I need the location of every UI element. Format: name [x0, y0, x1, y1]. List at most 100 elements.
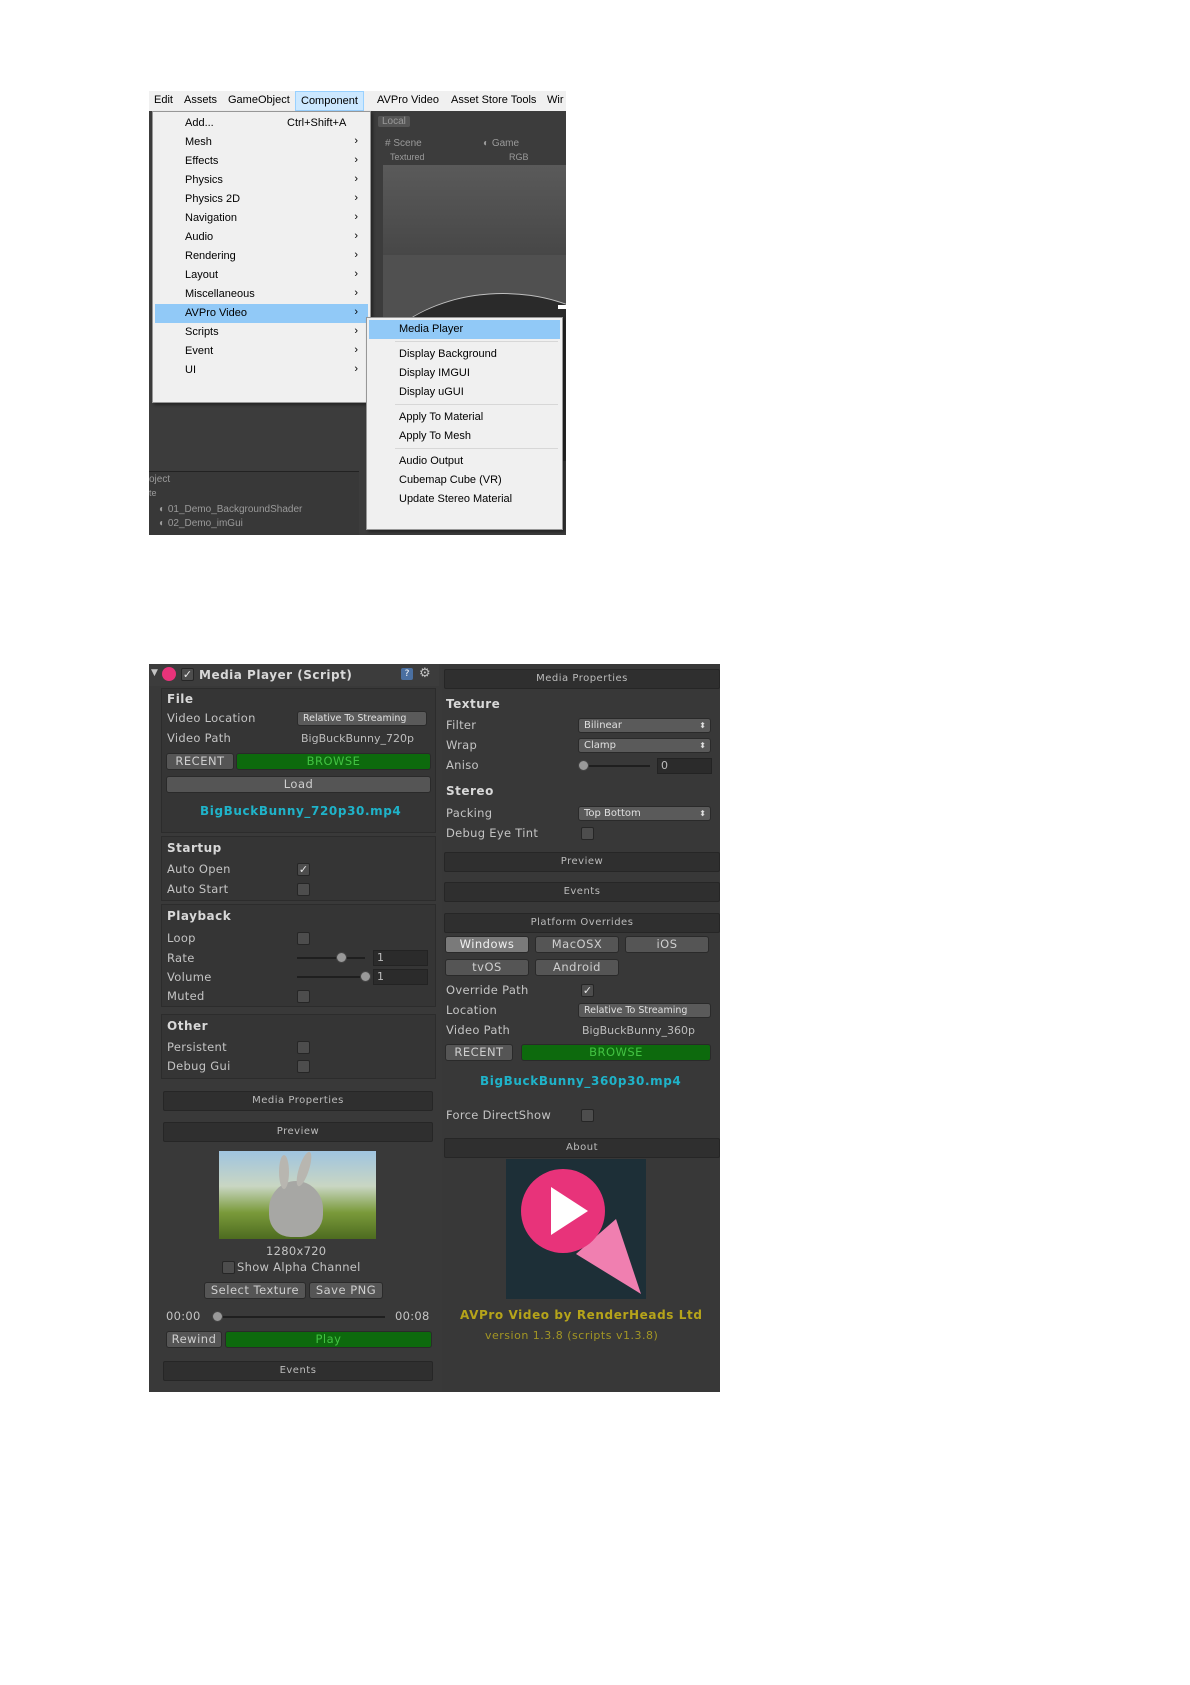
- wrap-dropdown[interactable]: Clamp ⬍: [578, 738, 711, 753]
- foldout-arrow-icon[interactable]: ▼: [151, 668, 158, 678]
- menu-item-display-imgui[interactable]: Display IMGUI: [369, 364, 560, 383]
- platform-tab-macosx[interactable]: MacOSX: [535, 936, 619, 953]
- debug-eye-tint-checkbox[interactable]: [581, 827, 594, 840]
- muted-checkbox[interactable]: [297, 990, 310, 1003]
- preview-foldout-right[interactable]: Preview: [444, 852, 720, 872]
- menubar-window[interactable]: Wir: [547, 94, 564, 106]
- packing-dropdown[interactable]: Top Bottom ⬍: [578, 806, 711, 821]
- menu-item-scripts[interactable]: Scripts ›: [155, 323, 368, 342]
- platform-tab-tvos[interactable]: tvOS: [445, 959, 529, 976]
- volume-field[interactable]: 1: [373, 969, 428, 985]
- video-path-field[interactable]: BigBuckBunny_720p: [297, 731, 427, 747]
- override-path-checkbox[interactable]: ✓: [581, 984, 594, 997]
- menubar-gameobject[interactable]: GameObject: [228, 94, 290, 106]
- media-properties-header[interactable]: Media Properties: [444, 669, 720, 689]
- menu-item-physics[interactable]: Physics ›: [155, 171, 368, 190]
- project-tab-label[interactable]: oject: [149, 474, 170, 485]
- browse-button[interactable]: BROWSE: [236, 753, 431, 770]
- video-location-dropdown[interactable]: Relative To Streaming: [297, 711, 427, 726]
- location-dropdown[interactable]: Relative To Streaming: [578, 1003, 711, 1018]
- debug-eye-tint-label: Debug Eye Tint: [446, 826, 539, 840]
- about-header[interactable]: About: [444, 1138, 720, 1158]
- menu-item-rendering[interactable]: Rendering ›: [155, 247, 368, 266]
- video-path-field-right[interactable]: BigBuckBunny_360p: [578, 1023, 711, 1039]
- game-tab[interactable]: ◐ Game: [483, 138, 519, 149]
- rgb-dropdown[interactable]: RGB: [509, 152, 529, 162]
- rewind-button[interactable]: Rewind: [166, 1331, 222, 1348]
- media-properties-foldout[interactable]: Media Properties: [163, 1091, 433, 1111]
- aniso-field[interactable]: 0: [657, 758, 712, 774]
- recent-button[interactable]: RECENT: [166, 753, 234, 770]
- load-button[interactable]: Load: [166, 776, 431, 793]
- platform-tab-windows[interactable]: Windows: [445, 936, 529, 953]
- menu-item-avpro-video[interactable]: AVPro Video ›: [155, 304, 368, 323]
- submenu-arrow-icon: ›: [354, 363, 358, 375]
- auto-open-checkbox[interactable]: ✓: [297, 863, 310, 876]
- menu-item-display-background[interactable]: Display Background: [369, 345, 560, 364]
- menubar-asset-store-tools[interactable]: Asset Store Tools: [451, 94, 536, 106]
- menu-item-media-player[interactable]: Media Player: [369, 320, 560, 339]
- aniso-slider-knob[interactable]: [578, 760, 589, 771]
- auto-start-checkbox[interactable]: [297, 883, 310, 896]
- menubar-edit[interactable]: Edit: [154, 94, 173, 106]
- platform-tab-android[interactable]: Android: [535, 959, 619, 976]
- force-directshow-checkbox[interactable]: [581, 1109, 594, 1122]
- menu-item-mesh[interactable]: Mesh ›: [155, 133, 368, 152]
- menu-item-cubemap-cube[interactable]: Cubemap Cube (VR): [369, 471, 560, 490]
- menubar-avpro-video[interactable]: AVPro Video: [377, 94, 439, 106]
- preview-foldout[interactable]: Preview: [163, 1122, 433, 1142]
- events-foldout[interactable]: Events: [163, 1361, 433, 1381]
- menu-item-miscellaneous[interactable]: Miscellaneous ›: [155, 285, 368, 304]
- loop-checkbox[interactable]: [297, 932, 310, 945]
- help-book-icon[interactable]: ?: [401, 668, 413, 680]
- save-png-button[interactable]: Save PNG: [309, 1282, 383, 1299]
- menu-item-audio-output[interactable]: Audio Output: [369, 452, 560, 471]
- volume-slider[interactable]: [297, 976, 365, 978]
- scene-tab[interactable]: # Scene: [385, 138, 422, 149]
- project-item[interactable]: ◐ 02_Demo_imGui: [159, 518, 243, 529]
- timeline-knob[interactable]: [212, 1311, 223, 1322]
- aniso-slider[interactable]: [582, 765, 650, 767]
- debug-gui-checkbox[interactable]: [297, 1060, 310, 1073]
- project-item[interactable]: ◐ 01_Demo_BackgroundShader: [159, 504, 302, 515]
- menubar-component[interactable]: Component: [295, 91, 364, 111]
- rate-slider[interactable]: [297, 957, 365, 959]
- submenu-arrow-icon: ›: [354, 325, 358, 337]
- menu-item-event[interactable]: Event ›: [155, 342, 368, 361]
- rate-slider-knob[interactable]: [336, 952, 347, 963]
- scene-file-icon: ◐: [159, 504, 166, 515]
- browse-button-right[interactable]: BROWSE: [521, 1044, 711, 1061]
- create-dropdown[interactable]: te: [149, 488, 157, 498]
- menu-item-navigation[interactable]: Navigation ›: [155, 209, 368, 228]
- menu-item-apply-to-mesh[interactable]: Apply To Mesh: [369, 427, 560, 446]
- menu-item-physics-2d[interactable]: Physics 2D ›: [155, 190, 368, 209]
- menu-item-display-ugui[interactable]: Display uGUI: [369, 383, 560, 402]
- menu-item-effects[interactable]: Effects ›: [155, 152, 368, 171]
- play-button[interactable]: Play: [225, 1331, 432, 1348]
- recent-button-right[interactable]: RECENT: [445, 1044, 513, 1061]
- wrap-value: Clamp: [584, 740, 616, 751]
- menubar-assets[interactable]: Assets: [184, 94, 217, 106]
- menu-item-apply-to-material[interactable]: Apply To Material: [369, 408, 560, 427]
- platform-tab-ios[interactable]: iOS: [625, 936, 709, 953]
- volume-slider-knob[interactable]: [360, 971, 371, 982]
- menu-item-layout[interactable]: Layout ›: [155, 266, 368, 285]
- debug-gui-label: Debug Gui: [167, 1059, 231, 1073]
- persistent-checkbox[interactable]: [297, 1041, 310, 1054]
- menu-item-ui[interactable]: UI ›: [155, 361, 368, 380]
- menu-item-update-stereo-material[interactable]: Update Stereo Material: [369, 490, 560, 509]
- menu-item-audio[interactable]: Audio ›: [155, 228, 368, 247]
- project-item-label: 01_Demo_BackgroundShader: [167, 504, 303, 515]
- textured-dropdown[interactable]: Textured: [390, 152, 425, 162]
- component-enabled-checkbox[interactable]: ✓: [181, 668, 194, 681]
- filter-dropdown[interactable]: Bilinear ⬍: [578, 718, 711, 733]
- local-toggle[interactable]: Local: [378, 116, 410, 127]
- timeline-slider[interactable]: [215, 1316, 385, 1318]
- rate-field[interactable]: 1: [373, 950, 428, 966]
- gear-icon[interactable]: ⚙: [419, 666, 431, 681]
- select-texture-button[interactable]: Select Texture: [204, 1282, 306, 1299]
- menu-item-add[interactable]: Add... Ctrl+Shift+A: [155, 114, 368, 133]
- show-alpha-checkbox[interactable]: [222, 1261, 235, 1274]
- platform-overrides-header[interactable]: Platform Overrides: [444, 913, 720, 933]
- events-foldout-right[interactable]: Events: [444, 882, 720, 902]
